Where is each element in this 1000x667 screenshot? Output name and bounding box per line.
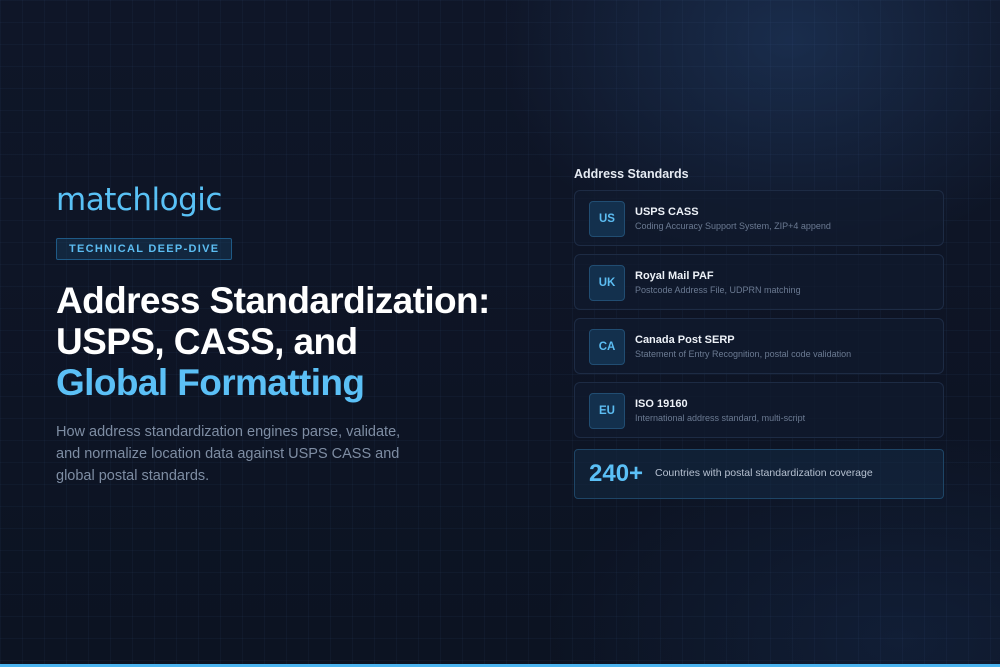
- title-line-1: Address Standardization:: [56, 280, 490, 321]
- standard-description: Postcode Address File, UDPRN matching: [635, 285, 801, 295]
- standards-title: Address Standards: [574, 167, 689, 181]
- standard-description: Statement of Entry Recognition, postal c…: [635, 349, 852, 359]
- standards-panel: Address Standards US USPS CASS Coding Ac…: [574, 166, 944, 499]
- standard-card-uk: UK Royal Mail PAF Postcode Address File,…: [574, 254, 944, 310]
- standard-description: International address standard, multi-sc…: [635, 413, 806, 423]
- standard-description: Coding Accuracy Support System, ZIP+4 ap…: [635, 221, 831, 231]
- standard-name: ISO 19160: [635, 398, 688, 410]
- title-line-2: USPS, CASS, and: [56, 321, 358, 362]
- category-badge: TECHNICAL DEEP-DIVE: [56, 238, 233, 260]
- coverage-stat-value: 240+: [589, 460, 644, 487]
- country-code-badge: US: [589, 201, 625, 237]
- page-subtitle: How address standardization engines pars…: [56, 424, 401, 484]
- title-line-3: Global Formatting: [56, 362, 365, 403]
- standard-name: Canada Post SERP: [635, 334, 735, 346]
- standard-card-ca: CA Canada Post SERP Statement of Entry R…: [574, 318, 944, 374]
- hero-section: matchlogic TECHNICAL DEEP-DIVE Address S…: [56, 178, 516, 487]
- standard-card-us: US USPS CASS Coding Accuracy Support Sys…: [574, 190, 944, 246]
- standard-name: USPS CASS: [635, 206, 699, 218]
- country-code-badge: UK: [589, 265, 625, 301]
- standard-name: Royal Mail PAF: [635, 270, 714, 282]
- standard-card-eu: EU ISO 19160 International address stand…: [574, 382, 944, 438]
- page-title: Address Standardization: USPS, CASS, and…: [56, 280, 516, 403]
- coverage-stat: 240+ Countries with postal standardizati…: [574, 449, 944, 499]
- country-code-badge: EU: [589, 393, 625, 429]
- coverage-stat-label: Countries with postal standardization co…: [655, 467, 873, 479]
- matchlogic-logo: matchlogic: [56, 182, 222, 218]
- country-code-badge: CA: [589, 329, 625, 365]
